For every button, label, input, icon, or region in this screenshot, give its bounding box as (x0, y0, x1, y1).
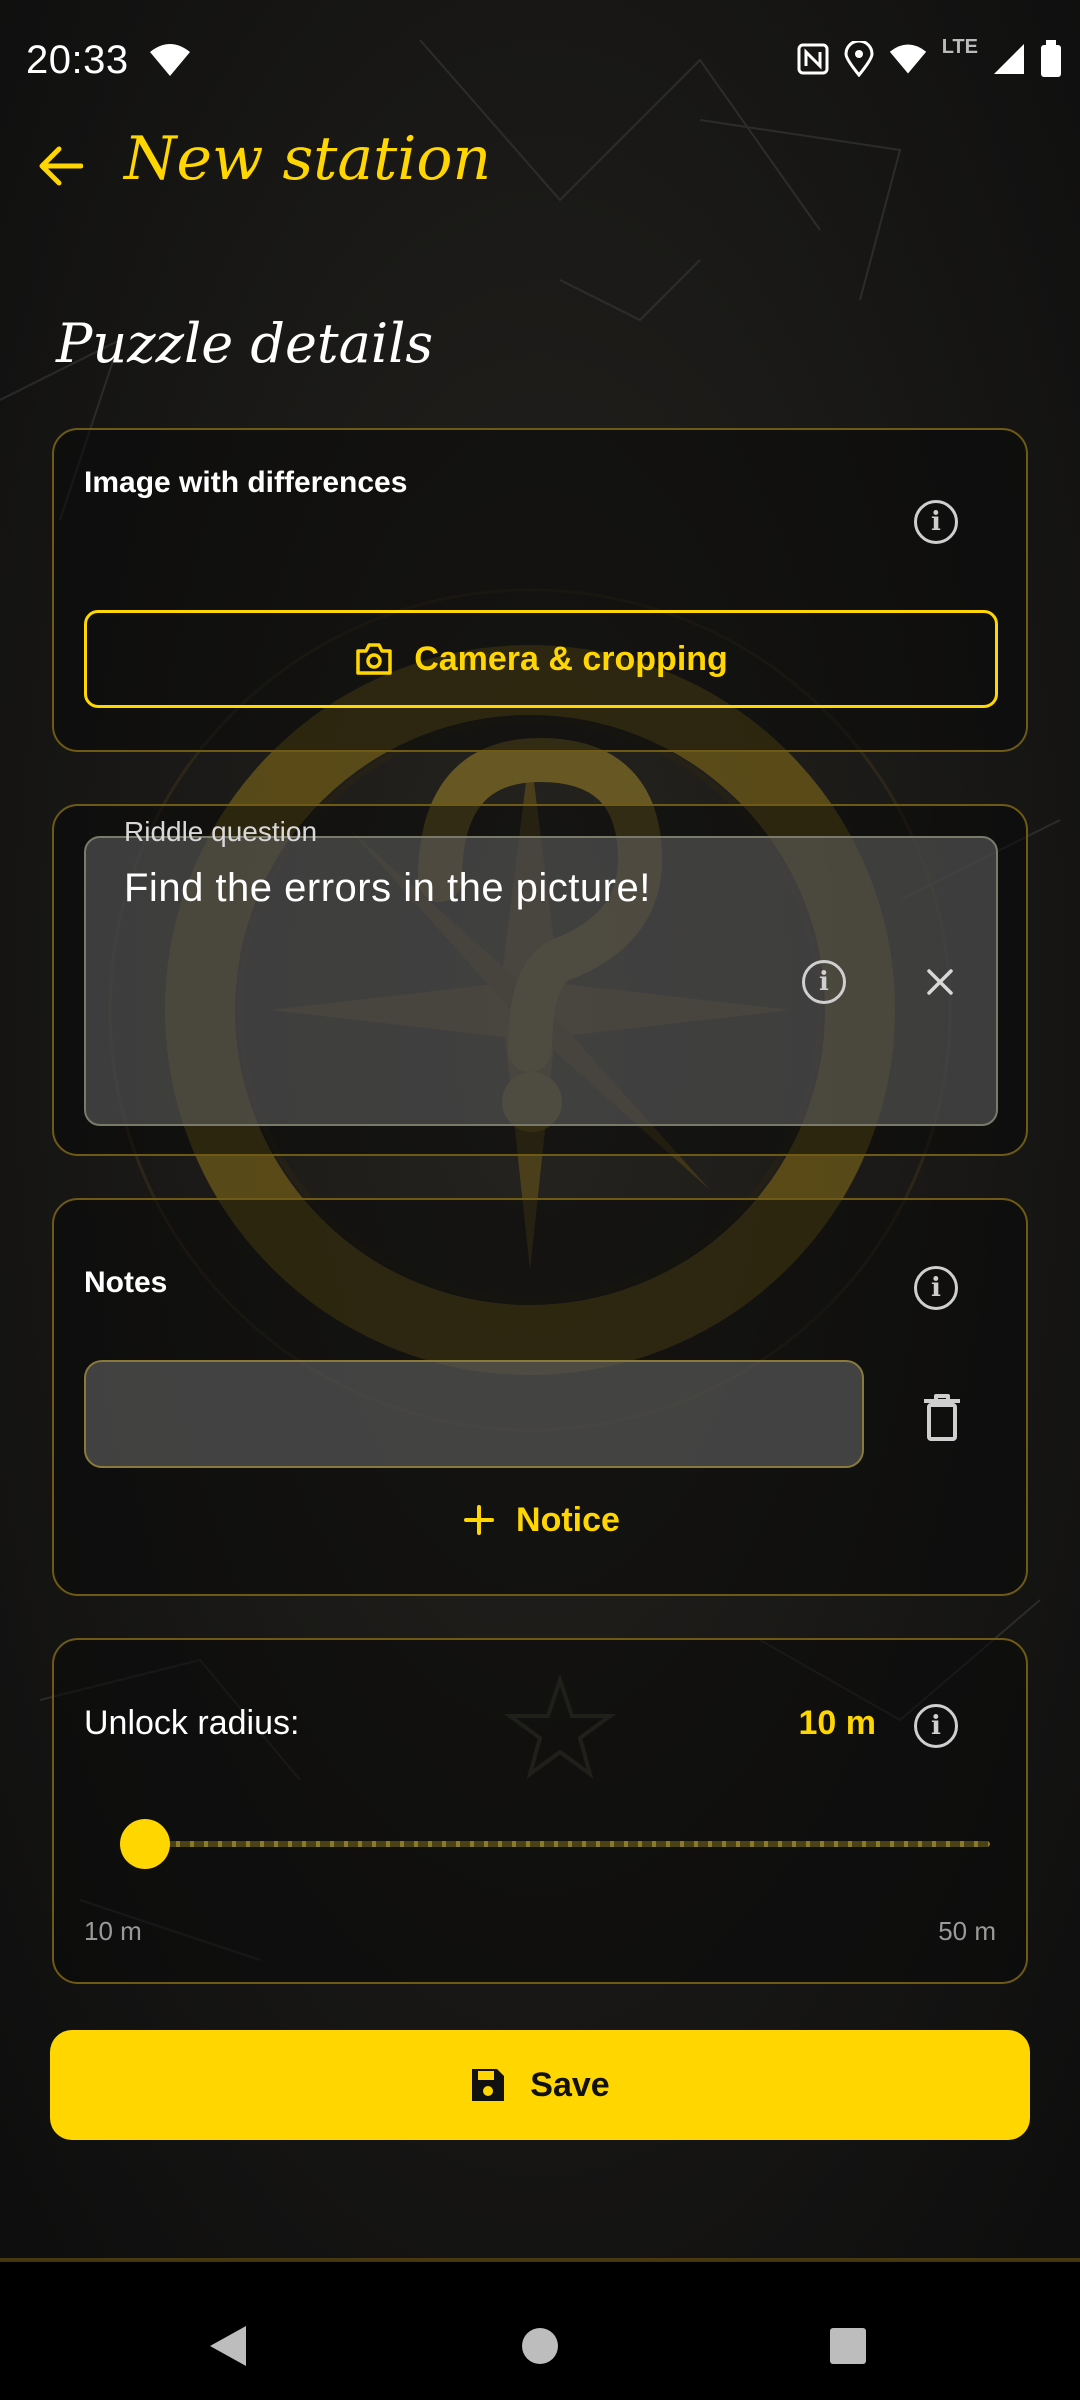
image-card-label: Image with differences (84, 466, 408, 499)
battery-icon (1041, 40, 1061, 77)
slider-min-label: 10 m (84, 1916, 142, 1946)
add-notice-button[interactable]: Notice (54, 1490, 1030, 1550)
close-icon (927, 969, 953, 995)
location-icon (844, 41, 874, 77)
wifi-icon (150, 44, 190, 76)
unlock-radius-slider[interactable] (120, 1814, 990, 1874)
info-icon[interactable]: i (914, 1266, 958, 1310)
arrow-left-icon (39, 146, 83, 186)
riddle-card: Riddle question Find the errors in the p… (52, 804, 1028, 1156)
riddle-question-field[interactable]: Riddle question Find the errors in the p… (84, 816, 998, 1126)
unlock-radius-label: Unlock radius: (84, 1704, 300, 1742)
info-icon[interactable]: i (914, 1704, 958, 1748)
status-bar: 20:33 LTE (0, 0, 1080, 124)
wifi-icon (889, 44, 926, 74)
app-bar: New station (0, 124, 1080, 234)
delete-icon[interactable] (922, 1394, 962, 1442)
notes-label: Notes (84, 1266, 168, 1299)
section-title: Puzzle details (56, 312, 434, 375)
info-icon[interactable]: i (802, 960, 846, 1004)
circle-home-icon (522, 2328, 558, 2364)
image-card: Image with differences i Camera & croppi… (52, 428, 1028, 752)
save-button[interactable]: Save (50, 2030, 1030, 2140)
unlock-radius-value: 10 m (798, 1704, 877, 1742)
save-icon (472, 2069, 505, 2101)
page-title: New station (124, 124, 492, 194)
status-icons: LTE (796, 36, 1062, 78)
slider-thumb[interactable] (120, 1819, 170, 1869)
add-notice-label: Notice (516, 1500, 620, 1539)
slider-max-label: 50 m (938, 1916, 996, 1946)
status-time: 20:33 (26, 38, 129, 82)
square-recents-icon (830, 2328, 866, 2364)
nav-recents-button[interactable] (824, 2322, 872, 2370)
riddle-question-value[interactable]: Find the errors in the picture! (124, 866, 651, 911)
nfc-icon (797, 43, 829, 75)
notes-card: Notes i Notice (52, 1198, 1028, 1596)
nav-home-button[interactable] (516, 2322, 564, 2370)
info-icon[interactable]: i (914, 500, 958, 544)
camera-cropping-label: Camera & cropping (414, 639, 728, 678)
slider-track (134, 1841, 990, 1847)
plus-icon (464, 1505, 495, 1535)
unlock-radius-card: Unlock radius: 10 m i 10 m 50 m (52, 1638, 1028, 1984)
network-type: LTE (941, 35, 978, 58)
back-button[interactable] (30, 136, 90, 196)
camera-cropping-button[interactable]: Camera & cropping (84, 610, 998, 708)
signal-icon (994, 44, 1024, 74)
save-label: Save (530, 2065, 610, 2104)
clear-button[interactable] (918, 960, 962, 1004)
note-input[interactable] (84, 1360, 864, 1468)
nav-back-button[interactable] (204, 2322, 252, 2370)
triangle-back-icon (210, 2326, 246, 2366)
riddle-question-label: Riddle question (124, 816, 318, 847)
navigation-bar (0, 2262, 1080, 2400)
camera-icon (356, 643, 392, 675)
